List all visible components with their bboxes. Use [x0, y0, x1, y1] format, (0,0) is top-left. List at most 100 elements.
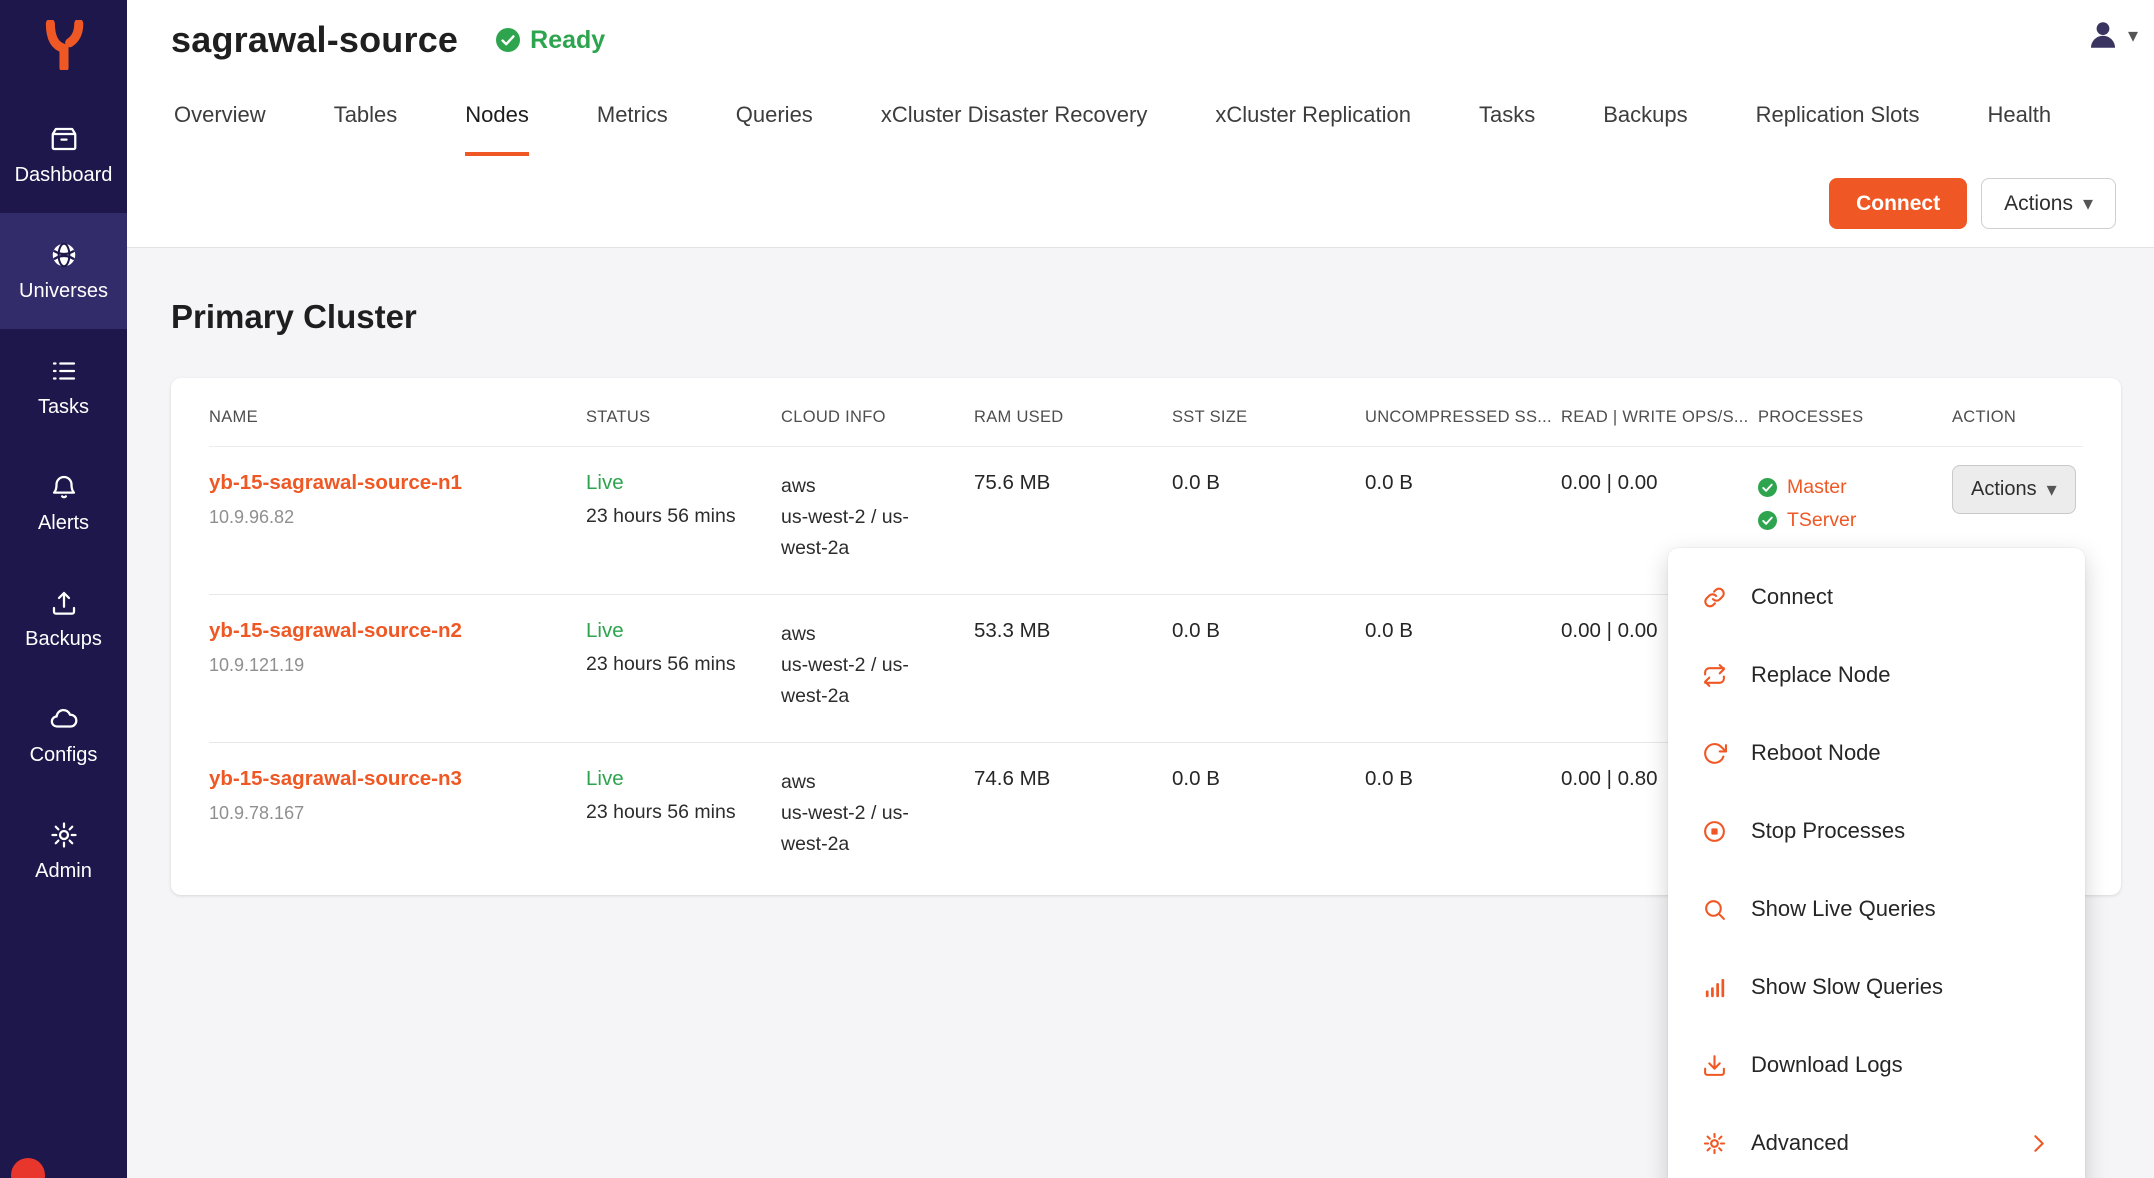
tab-tasks[interactable]: Tasks — [1479, 102, 1535, 156]
menu-item-label: Show Slow Queries — [1751, 974, 1943, 1000]
process-label: TServer — [1787, 504, 1856, 537]
menu-item-connect[interactable]: Connect — [1668, 558, 2085, 636]
node-actions-menu: Connect Replace Node Reboot Node Stop Pr… — [1668, 548, 2085, 1178]
menu-item-label: Connect — [1751, 584, 1833, 610]
node-ip: 10.9.96.82 — [209, 507, 586, 528]
sidebar-item-configs[interactable]: Configs — [0, 677, 127, 793]
node-ip: 10.9.121.19 — [209, 655, 586, 676]
process-tserver-link[interactable]: TServer — [1758, 504, 1952, 537]
chevron-right-icon — [2026, 1131, 2051, 1156]
tab-health[interactable]: Health — [1987, 102, 2051, 156]
process-label: Master — [1787, 471, 1847, 504]
sidebar: Dashboard Universes Tasks Alerts — [0, 0, 127, 1178]
sidebar-item-universes[interactable]: Universes — [0, 213, 127, 329]
caret-down-icon: ▾ — [2128, 23, 2138, 48]
node-uptime: 23 hours 56 mins — [586, 653, 781, 676]
node-link[interactable]: yb-15-sagrawal-source-n3 — [209, 767, 586, 791]
page-title: sagrawal-source — [171, 14, 458, 66]
col-uncompressed: UNCOMPRESSED SS... — [1365, 408, 1561, 427]
cloud-region: us-west-2 / us-west-2a — [781, 502, 933, 564]
title-row: sagrawal-source Ready — [127, 0, 2154, 66]
menu-item-show-slow-queries[interactable]: Show Slow Queries — [1668, 948, 2085, 1026]
sidebar-item-dashboard[interactable]: Dashboard — [0, 97, 127, 213]
user-avatar-icon — [2086, 18, 2120, 52]
tab-xcluster-replication[interactable]: xCluster Replication — [1215, 102, 1411, 156]
tab-queries[interactable]: Queries — [736, 102, 813, 156]
ram-used: 75.6 MB — [974, 471, 1172, 495]
ram-used: 53.3 MB — [974, 619, 1172, 643]
node-link[interactable]: yb-15-sagrawal-source-n2 — [209, 619, 586, 643]
tab-nodes[interactable]: Nodes — [465, 102, 529, 156]
backup-upload-icon — [49, 588, 79, 618]
caret-down-icon: ▾ — [2047, 477, 2057, 502]
menu-item-label: Replace Node — [1751, 662, 1890, 688]
notification-badge[interactable] — [11, 1158, 45, 1178]
sidebar-item-admin[interactable]: Admin — [0, 793, 127, 909]
sidebar-item-label: Configs — [30, 744, 98, 767]
tab-tables[interactable]: Tables — [334, 102, 398, 156]
menu-item-stop-processes[interactable]: Stop Processes — [1668, 792, 2085, 870]
col-cloud-info: CLOUD INFO — [781, 408, 974, 427]
sidebar-item-backups[interactable]: Backups — [0, 561, 127, 677]
universe-actions-button[interactable]: Actions ▾ — [1981, 178, 2116, 229]
user-menu[interactable]: ▾ — [2086, 18, 2138, 52]
status-label: Ready — [530, 26, 605, 55]
col-ram-used: RAM USED — [974, 408, 1172, 427]
sidebar-item-label: Dashboard — [15, 164, 113, 187]
menu-item-download-logs[interactable]: Download Logs — [1668, 1026, 2085, 1104]
reboot-icon — [1702, 741, 1727, 766]
tab-overview[interactable]: Overview — [174, 102, 266, 156]
gear-icon — [49, 820, 79, 850]
menu-item-replace-node[interactable]: Replace Node — [1668, 636, 2085, 714]
ready-check-icon — [496, 28, 520, 52]
cloud-provider: aws — [781, 767, 974, 798]
cloud-region: us-west-2 / us-west-2a — [781, 798, 933, 860]
sst-size: 0.0 B — [1172, 471, 1365, 495]
sidebar-item-tasks[interactable]: Tasks — [0, 329, 127, 445]
node-status: Live — [586, 471, 781, 495]
node-actions-button[interactable]: Actions ▾ — [1952, 465, 2076, 514]
menu-item-label: Stop Processes — [1751, 818, 1905, 844]
read-write-ops: 0.00 | 0.00 — [1561, 471, 1758, 495]
menu-item-label: Reboot Node — [1751, 740, 1881, 766]
tab-metrics[interactable]: Metrics — [597, 102, 668, 156]
tab-replication-slots[interactable]: Replication Slots — [1756, 102, 1920, 156]
node-status: Live — [586, 619, 781, 643]
dashboard-icon — [49, 124, 79, 154]
connect-button[interactable]: Connect — [1829, 178, 1967, 229]
col-sst-size: SST SIZE — [1172, 408, 1365, 427]
tab-bar: Overview Tables Nodes Metrics Queries xC… — [127, 66, 2154, 156]
menu-item-reboot-node[interactable]: Reboot Node — [1668, 714, 2085, 792]
process-master-link[interactable]: Master — [1758, 471, 1952, 504]
menu-item-label: Advanced — [1751, 1130, 1849, 1156]
node-link[interactable]: yb-15-sagrawal-source-n1 — [209, 471, 586, 495]
section-title: Primary Cluster — [171, 298, 2154, 336]
col-action: ACTION — [1952, 408, 2083, 427]
col-status: STATUS — [586, 408, 781, 427]
sidebar-item-alerts[interactable]: Alerts — [0, 445, 127, 561]
uncompressed-size: 0.0 B — [1365, 767, 1561, 791]
menu-item-show-live-queries[interactable]: Show Live Queries — [1668, 870, 2085, 948]
menu-item-label: Download Logs — [1751, 1052, 1903, 1078]
status-badge: Ready — [496, 26, 605, 55]
cloud-icon — [49, 704, 79, 734]
node-uptime: 23 hours 56 mins — [586, 801, 781, 824]
bar-chart-icon — [1702, 975, 1727, 1000]
stop-icon — [1702, 819, 1727, 844]
table-header-row: NAME STATUS CLOUD INFO RAM USED SST SIZE… — [209, 388, 2083, 447]
swap-icon — [1702, 663, 1727, 688]
sst-size: 0.0 B — [1172, 619, 1365, 643]
tab-xcluster-disaster-recovery[interactable]: xCluster Disaster Recovery — [881, 102, 1148, 156]
link-icon — [1702, 585, 1727, 610]
sidebar-item-label: Backups — [25, 628, 102, 651]
globe-icon — [49, 240, 79, 270]
col-processes: PROCESSES — [1758, 408, 1952, 427]
tab-backups[interactable]: Backups — [1603, 102, 1687, 156]
page-header: sagrawal-source Ready ▾ Overview Tables … — [127, 0, 2154, 248]
sidebar-item-label: Admin — [35, 860, 92, 883]
node-ip: 10.9.78.167 — [209, 803, 586, 824]
menu-item-advanced[interactable]: Advanced — [1668, 1104, 2085, 1178]
gear-icon — [1702, 1131, 1727, 1156]
caret-down-icon: ▾ — [2083, 191, 2093, 216]
yugabyte-logo-icon[interactable] — [41, 20, 87, 75]
